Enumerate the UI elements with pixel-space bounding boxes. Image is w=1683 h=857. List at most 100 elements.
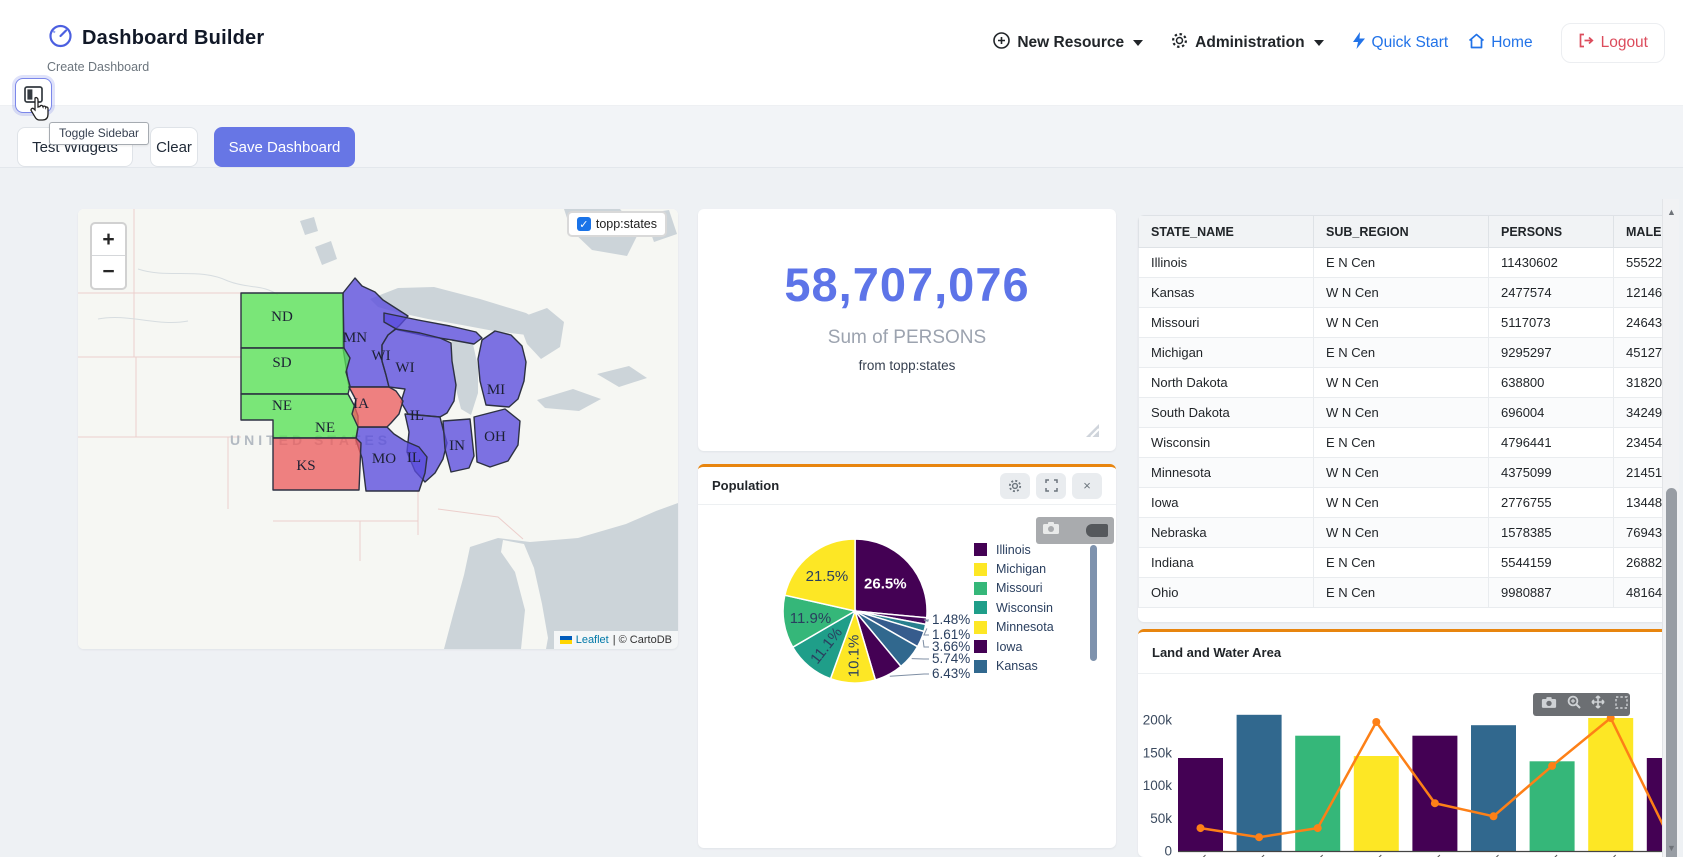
table-cell: Iowa: [1139, 488, 1314, 518]
legend-item[interactable]: Missouri: [974, 579, 1054, 598]
widget-close-button[interactable]: ×: [1072, 473, 1102, 499]
table-cell: W N Cen: [1314, 308, 1489, 338]
camera-icon[interactable]: [1541, 696, 1557, 714]
table-cell: Michigan: [1139, 338, 1314, 368]
legend-swatch-icon: [974, 582, 987, 595]
map-state-label-il: IL: [410, 408, 424, 424]
camera-icon[interactable]: [1042, 521, 1060, 540]
table-row: MissouriW N Cen51170732464315: [1139, 308, 1675, 338]
map-state-label-wi: WI: [395, 360, 414, 376]
chevron-down-icon: [1133, 40, 1143, 46]
modebar-handle-icon[interactable]: [1086, 524, 1108, 537]
map-zoom-control: + −: [90, 222, 127, 290]
new-resource-menu[interactable]: New Resource: [993, 32, 1143, 54]
zoom-in-button[interactable]: +: [92, 224, 125, 256]
table-cell: W N Cen: [1314, 368, 1489, 398]
y-axis-tick-label: 150k: [1143, 745, 1173, 760]
table-row: NebraskaW N Cen1578385769439: [1139, 518, 1675, 548]
bar: [1295, 736, 1340, 851]
pie-leader-line: [923, 640, 929, 647]
legend-item[interactable]: Kansas: [974, 656, 1054, 675]
table-cell: 9295297: [1489, 338, 1614, 368]
zoom-out-button[interactable]: −: [92, 256, 125, 288]
page-subtitle: Create Dashboard: [47, 60, 264, 74]
administration-menu[interactable]: Administration: [1171, 32, 1323, 54]
bar: [1471, 725, 1516, 851]
app-header: Dashboard Builder Create Dashboard New R…: [0, 0, 1683, 106]
widget-expand-button[interactable]: [1036, 473, 1066, 499]
legend-label: Illinois: [996, 543, 1031, 557]
legend-item[interactable]: Michigan: [974, 559, 1054, 578]
home-link[interactable]: Home: [1468, 33, 1532, 54]
land-water-widget: 050k100k150k200k Land and Water Area: [1138, 629, 1674, 857]
map-state-label-ne: NE: [272, 398, 292, 414]
table-cell: 4796441: [1489, 428, 1614, 458]
widget-title: Population: [712, 478, 779, 493]
map-state-label-mo: MO: [372, 451, 396, 467]
table-widget: STATE_NAMESUB_REGIONPERSONSMALE Illinois…: [1138, 215, 1674, 622]
table-row: MinnesotaW N Cen43750992145183: [1139, 458, 1675, 488]
zoom-tool-icon[interactable]: [1567, 695, 1581, 714]
y-axis-tick-label: 0: [1164, 844, 1172, 857]
bar: [1530, 761, 1575, 851]
leaflet-link[interactable]: Leaflet: [576, 634, 609, 646]
widget-title: Land and Water Area: [1152, 645, 1281, 660]
logout-button[interactable]: Logout: [1561, 23, 1665, 63]
table-row: IowaW N Cen27767551344802: [1139, 488, 1675, 518]
scroll-up-icon[interactable]: ▲: [1663, 203, 1680, 221]
administration-label: Administration: [1195, 34, 1304, 52]
leaflet-map[interactable]: UNITED STATES NDSDNENEKSIAMNWIWIMIILILIN…: [78, 209, 678, 649]
attribution-text: | © CartoDB: [613, 634, 672, 646]
dashboard-builder-page: Dashboard Builder Create Dashboard New R…: [0, 0, 1683, 857]
pie-leader-line: [890, 674, 929, 676]
clear-button[interactable]: Clear: [150, 127, 198, 167]
state-kansas[interactable]: [273, 438, 361, 490]
page-scrollbar[interactable]: ▲ ▼: [1662, 199, 1679, 857]
state-south-dakota[interactable]: [241, 348, 350, 394]
lightning-icon: [1352, 32, 1366, 54]
legend-item[interactable]: Iowa: [974, 637, 1054, 656]
y-axis-tick-label: 100k: [1143, 778, 1173, 793]
line-marker: [1372, 718, 1380, 726]
table-row: MichiganE N Cen92952974512781: [1139, 338, 1675, 368]
big-number-source: from topp:states: [698, 358, 1116, 373]
map-state-label-ne: NE: [315, 420, 335, 436]
table-row: IndianaE N Cen55441592688281: [1139, 548, 1675, 578]
pan-tool-icon[interactable]: [1591, 695, 1605, 714]
plus-circle-icon: [993, 32, 1010, 54]
table-cell: 5117073: [1489, 308, 1614, 338]
pie-label: 26.5%: [864, 575, 907, 592]
legend-item[interactable]: Wisconsin: [974, 598, 1054, 617]
quick-start-link[interactable]: Quick Start: [1352, 32, 1449, 54]
bar: [1412, 736, 1457, 851]
gear-icon: [1171, 32, 1188, 54]
legend-item[interactable]: Minnesota: [974, 618, 1054, 637]
table-cell: 638800: [1489, 368, 1614, 398]
scroll-down-icon[interactable]: ▼: [1663, 839, 1680, 857]
legend-label: Michigan: [996, 562, 1046, 576]
table-cell: W N Cen: [1314, 488, 1489, 518]
box-select-icon[interactable]: [1615, 696, 1628, 714]
big-number-label: Sum of PERSONS: [698, 327, 1116, 349]
table-cell: W N Cen: [1314, 398, 1489, 428]
pie-legend: Illinois Michigan Missouri Wisconsin Minneso…: [974, 540, 1054, 676]
pie-label: 21.5%: [806, 568, 849, 585]
widget-settings-button[interactable]: [1000, 473, 1030, 499]
legend-label: Wisconsin: [996, 601, 1053, 615]
pie-modebar: [1036, 517, 1114, 544]
logout-icon: [1578, 33, 1594, 53]
table-cell: North Dakota: [1139, 368, 1314, 398]
logout-label: Logout: [1601, 34, 1648, 52]
scrollbar-thumb[interactable]: [1666, 488, 1677, 857]
legend-scrollbar[interactable]: [1090, 545, 1097, 661]
save-dashboard-button[interactable]: Save Dashboard: [214, 127, 355, 167]
layer-checkbox[interactable]: ✓: [577, 217, 591, 231]
map-state-label-mi: MI: [487, 382, 505, 398]
table-row: North DakotaW N Cen638800318201: [1139, 368, 1675, 398]
map-attribution: Leaflet | © CartoDB: [554, 631, 678, 649]
table-cell: South Dakota: [1139, 398, 1314, 428]
resize-handle-icon[interactable]: [1083, 421, 1100, 443]
legend-label: Missouri: [996, 581, 1043, 595]
gauge-logo-icon: [47, 22, 74, 54]
line-marker: [1255, 833, 1263, 841]
